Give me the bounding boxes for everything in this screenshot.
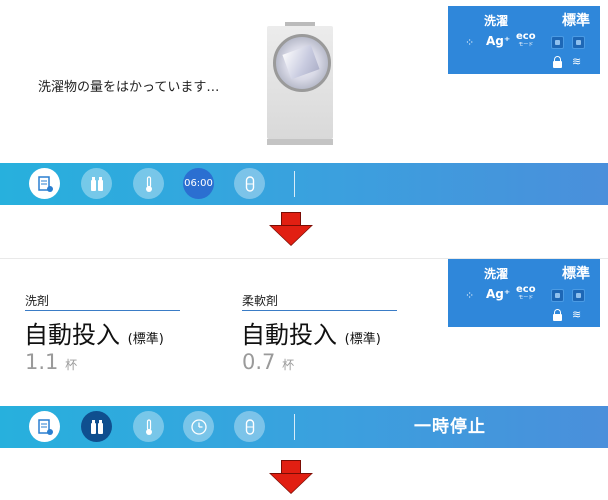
softener-label: 柔軟剤 xyxy=(242,294,279,308)
down-arrow-icon xyxy=(269,212,313,246)
sparkle-icon: ⁘ xyxy=(465,36,475,49)
detergent-mode[interactable]: 自動投入 (標準) xyxy=(24,315,164,350)
clock-icon[interactable] xyxy=(183,411,214,442)
wifi-icon: ≋ xyxy=(572,308,582,321)
washer-illustration xyxy=(267,22,333,145)
square-icon-2 xyxy=(572,289,585,302)
status-panel: 洗濯 標準 ⁘ Ag⁺ eco モード ≋ xyxy=(448,259,600,327)
square-icon-1 xyxy=(551,289,564,302)
softener-amount: 0.7 杯 xyxy=(242,350,295,374)
ag-plus-icon: Ag⁺ xyxy=(486,287,511,301)
eco-mode-icon: eco モード xyxy=(516,284,536,302)
bar-divider xyxy=(294,414,295,440)
bottom-bar: 一時停止 xyxy=(0,406,608,448)
ag-plus-icon: Ag⁺ xyxy=(486,34,511,48)
timer-display[interactable]: 06:00 xyxy=(183,168,214,199)
softener-mode[interactable]: 自動投入 (標準) xyxy=(241,315,381,350)
thermometer-icon[interactable] xyxy=(133,168,164,199)
status-mode-label: 標準 xyxy=(562,13,590,29)
washer-door xyxy=(273,34,331,92)
square-icon-1 xyxy=(551,36,564,49)
status-course-label: 洗濯 xyxy=(484,267,509,281)
detergent-underline xyxy=(25,310,180,311)
status-mode-label: 標準 xyxy=(562,266,590,282)
eco-mode-icon: eco モード xyxy=(516,31,536,49)
status-course-label: 洗濯 xyxy=(484,14,509,28)
wifi-icon: ≋ xyxy=(572,55,582,68)
settings-doc-icon[interactable] xyxy=(29,168,60,199)
settings-doc-icon[interactable] xyxy=(29,411,60,442)
detergent-bottles-icon[interactable] xyxy=(81,168,112,199)
detergent-bottles-icon[interactable] xyxy=(81,411,112,442)
down-arrow-icon xyxy=(269,460,313,494)
bottom-bar: 06:00 xyxy=(0,163,608,205)
softener-underline xyxy=(242,310,397,311)
status-message: 洗濯物の量をはかっています… xyxy=(38,80,220,95)
lock-icon xyxy=(553,56,562,68)
detergent-amount: 1.1 杯 xyxy=(25,350,78,374)
status-panel: 洗濯 標準 ⁘ Ag⁺ eco モード ≋ xyxy=(448,6,600,74)
capsule-icon[interactable] xyxy=(234,411,265,442)
bar-divider xyxy=(294,171,295,197)
sparkle-icon: ⁘ xyxy=(465,289,475,302)
lock-icon xyxy=(553,309,562,321)
thermometer-icon[interactable] xyxy=(133,411,164,442)
square-icon-2 xyxy=(572,36,585,49)
detergent-label: 洗剤 xyxy=(25,294,50,308)
pause-button[interactable]: 一時停止 xyxy=(370,406,530,448)
capsule-icon[interactable] xyxy=(234,168,265,199)
